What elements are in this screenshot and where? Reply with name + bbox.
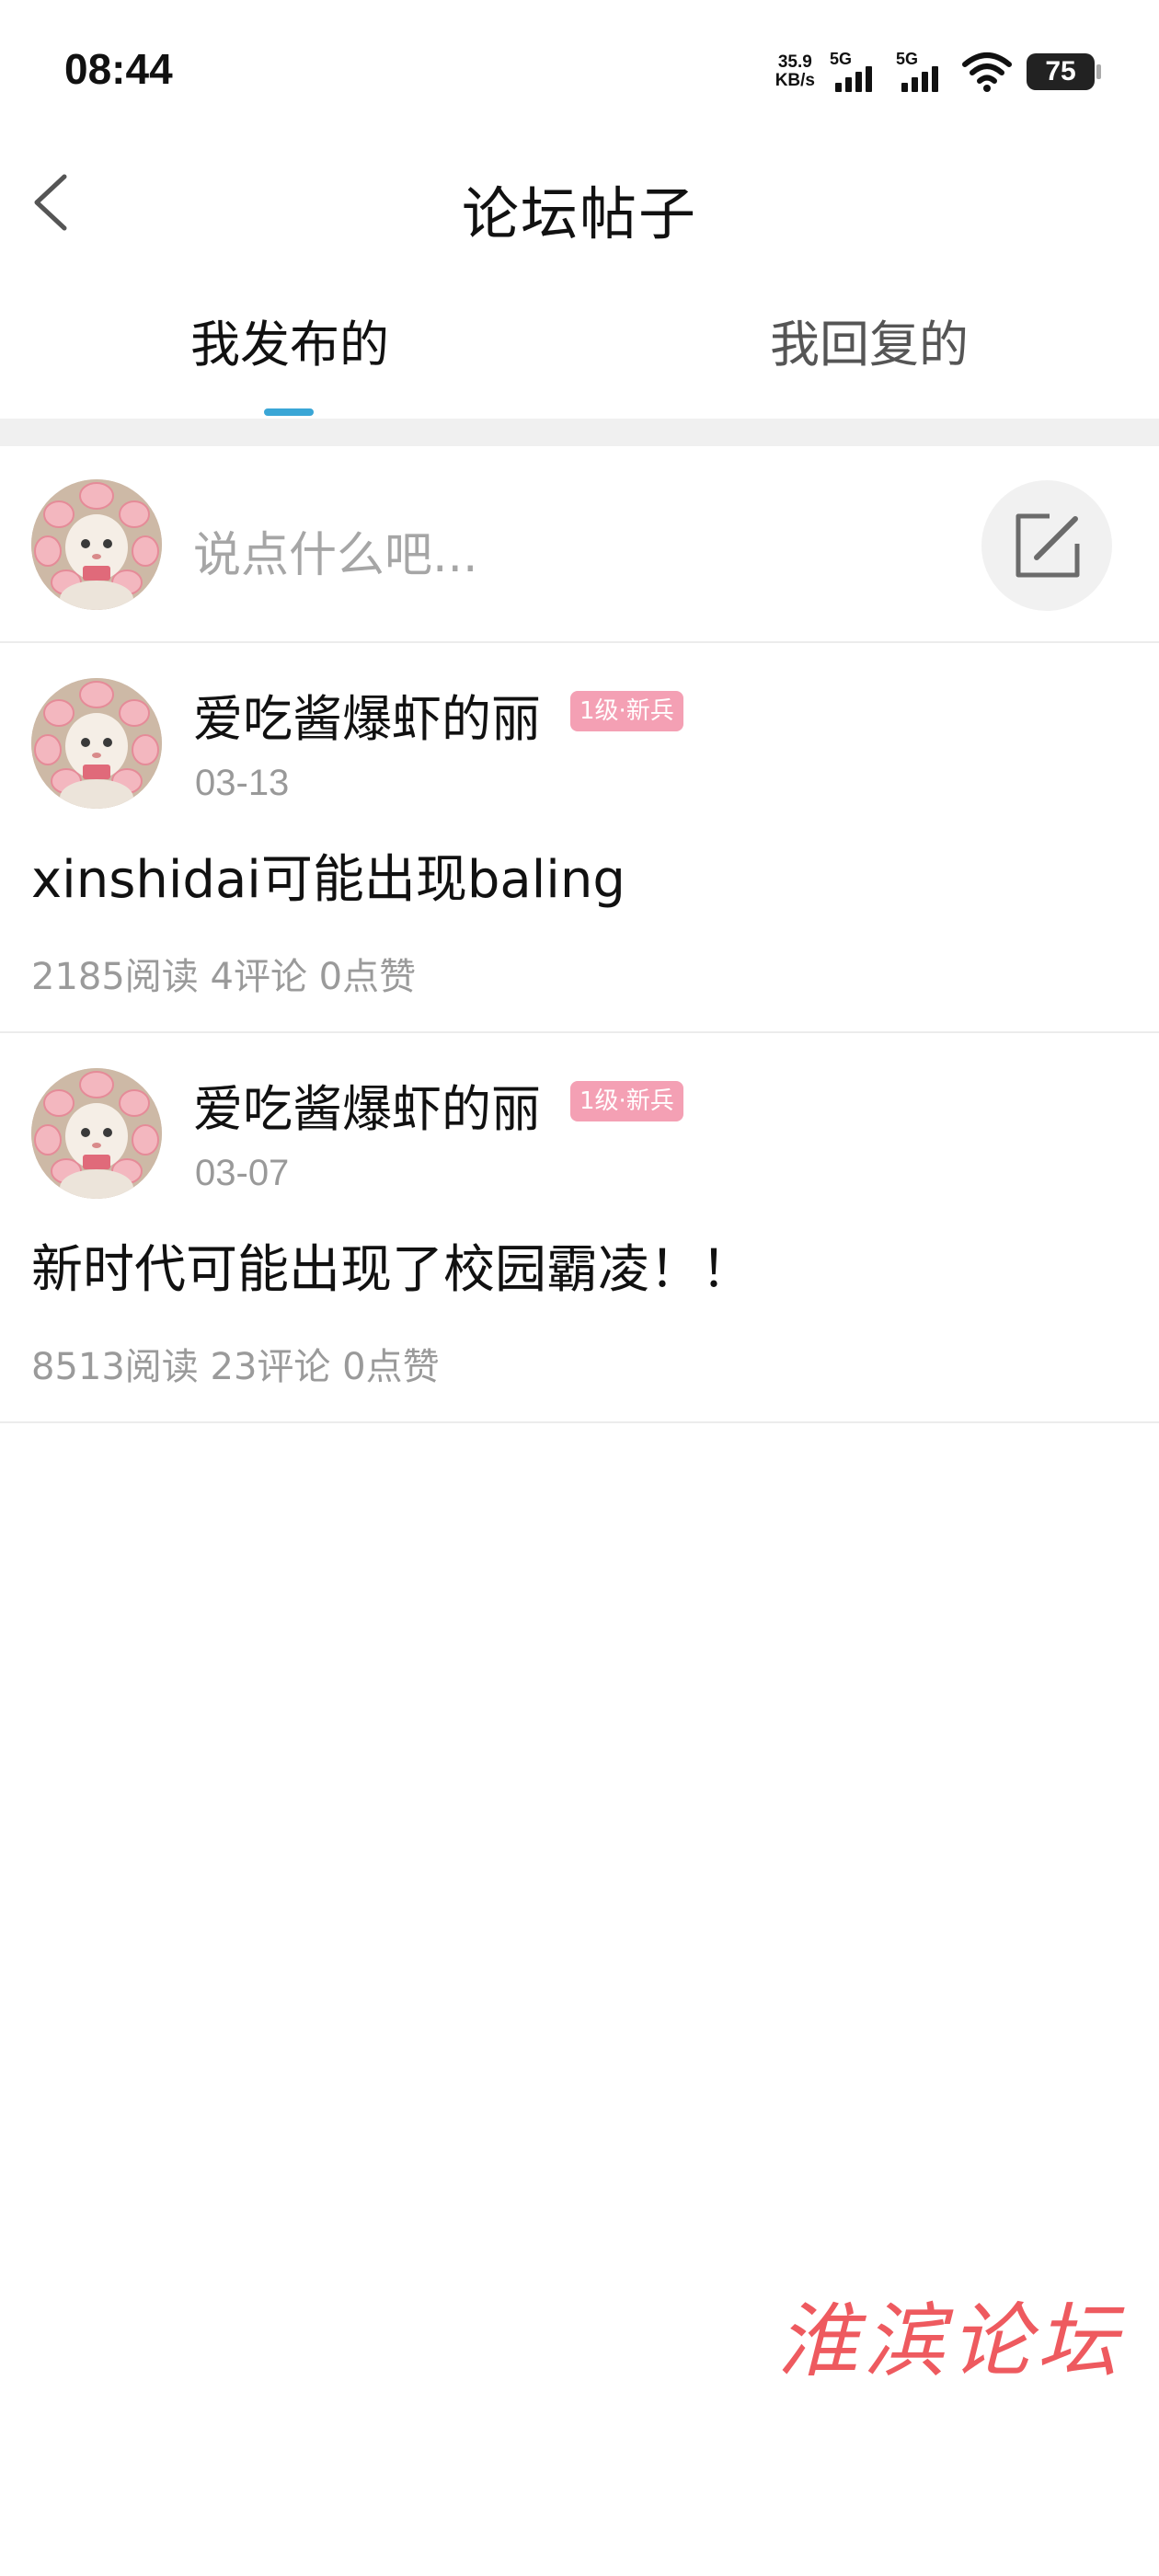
- post-stats: 8513阅读 23评论 0点赞: [31, 1346, 440, 1388]
- watermark-logo: 淮滨论坛: [777, 2294, 1124, 2388]
- active-tab-indicator: [264, 408, 314, 416]
- status-time: 08:44: [64, 45, 173, 93]
- battery-icon: 75: [1027, 53, 1101, 90]
- status-icons: 35.9 KB/s 5G 5G 75: [775, 46, 1101, 98]
- tab-bar: 我发布的 我回复的: [0, 294, 1159, 419]
- network-speed-value: 35.9: [777, 52, 812, 72]
- battery-level: 75: [1045, 56, 1076, 86]
- section-divider: [0, 419, 1159, 446]
- avatar[interactable]: [31, 1068, 162, 1199]
- post-composer: 说点什么吧...: [0, 446, 1159, 641]
- post-author[interactable]: 爱吃酱爆虾的丽: [193, 678, 541, 751]
- composer-input[interactable]: 说点什么吧...: [193, 516, 478, 585]
- signal-icon: 5G: [830, 50, 881, 94]
- signal-icon: 5G: [896, 50, 947, 94]
- post-date: 03-07: [195, 1153, 290, 1193]
- page-title: 论坛帖子: [461, 180, 697, 247]
- post-author[interactable]: 爱吃酱爆虾的丽: [193, 1068, 541, 1141]
- post-date: 03-13: [195, 763, 290, 803]
- avatar-image: [31, 678, 162, 809]
- edit-icon: [1016, 513, 1080, 578]
- level-badge: 1级·新兵: [570, 1081, 683, 1121]
- status-bar: 08:44 35.9 KB/s 5G 5G 75: [0, 0, 1159, 138]
- wifi-icon: [962, 52, 1012, 92]
- network-speed-unit: KB/s: [775, 71, 815, 90]
- tab-my-replies[interactable]: 我回复的: [580, 304, 1159, 376]
- compose-button[interactable]: [981, 480, 1112, 611]
- network-speed: 35.9 KB/s: [775, 53, 815, 90]
- tab-my-posts[interactable]: 我发布的: [0, 304, 580, 376]
- post-item[interactable]: 爱吃酱爆虾的丽 1级·新兵 03-07 新时代可能出现了校园霸凌！！ 8513阅…: [0, 1033, 1159, 1421]
- avatar[interactable]: [31, 479, 162, 610]
- post-title[interactable]: xinshidai可能出现baling: [31, 838, 625, 913]
- avatar-image: [31, 1068, 162, 1199]
- nav-bar: 论坛帖子: [0, 147, 1159, 258]
- avatar-image: [31, 479, 162, 610]
- level-badge: 1级·新兵: [570, 691, 683, 731]
- post-item[interactable]: 爱吃酱爆虾的丽 1级·新兵 03-13 xinshidai可能出现baling …: [0, 643, 1159, 1031]
- post-stats: 2185阅读 4评论 0点赞: [31, 956, 417, 998]
- avatar[interactable]: [31, 678, 162, 809]
- post-title[interactable]: 新时代可能出现了校园霸凌！！: [31, 1228, 752, 1303]
- row-divider: [0, 1421, 1159, 1423]
